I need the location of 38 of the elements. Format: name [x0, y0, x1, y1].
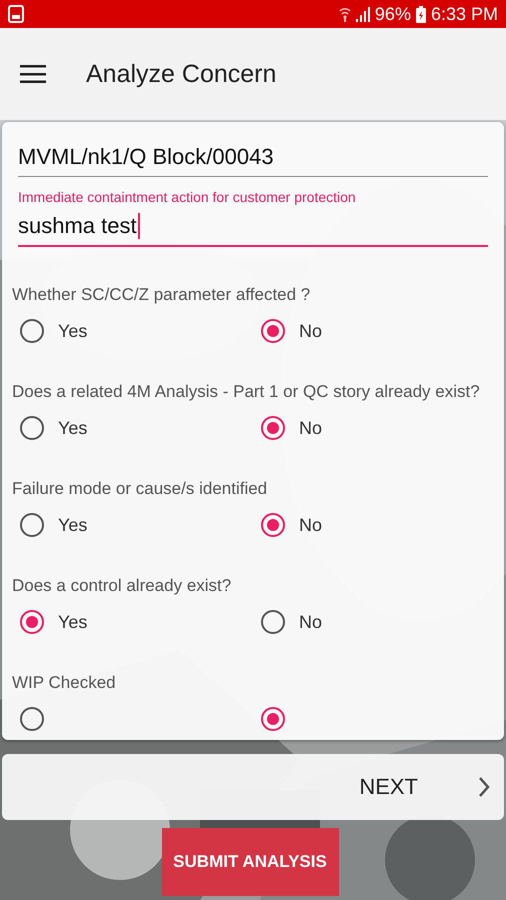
chevron-right-icon: [478, 776, 490, 798]
radio-option[interactable]: No: [253, 609, 494, 635]
field-label: Immediate containtment action for customer protection: [18, 189, 357, 205]
radio-option[interactable]: Yes: [12, 415, 253, 441]
radio-button[interactable]: [261, 416, 285, 440]
radio-option[interactable]: No: [253, 512, 494, 538]
question-text: Does a control already exist?: [12, 575, 232, 597]
submit-button[interactable]: SUBMIT ANALYSIS: [162, 828, 338, 896]
radio-button[interactable]: [20, 416, 44, 440]
battery-percent: 96%: [374, 4, 411, 24]
battery-icon: [416, 6, 426, 22]
screen-title: Analyze Concern: [86, 60, 276, 88]
radio-button[interactable]: [261, 610, 285, 634]
input-field[interactable]: sushma test: [18, 213, 488, 247]
question-text: Failure mode or cause/s identified: [12, 478, 268, 500]
radio-option[interactable]: Yes: [12, 318, 253, 344]
radio-button[interactable]: [20, 319, 44, 343]
radio-option[interactable]: No: [253, 318, 494, 344]
question-text: Whether SC/CC/Z parameter affected ?: [12, 284, 312, 306]
radio-button[interactable]: [20, 610, 44, 634]
question-text: WIP Checked: [12, 672, 117, 694]
text-cursor: [138, 213, 140, 239]
signal-icon: [356, 6, 370, 22]
radio-option[interactable]: Yes: [12, 609, 253, 635]
radio-button[interactable]: [20, 707, 44, 731]
radio-button[interactable]: [261, 707, 285, 731]
wifi-icon: [338, 6, 351, 22]
radio-button[interactable]: [20, 513, 44, 537]
input-field[interactable]: MVML/nk1/Q Block/00043: [18, 144, 488, 177]
radio-button[interactable]: [261, 513, 285, 537]
next-button[interactable]: NEXT: [2, 754, 504, 820]
menu-icon[interactable]: [20, 65, 46, 83]
radio-option[interactable]: No: [253, 415, 494, 441]
clock: 6:33 PM: [430, 4, 498, 24]
radio-option[interactable]: Yes: [12, 512, 253, 538]
question-text: Does a related 4M Analysis - Part 1 or QC story already exist?: [12, 381, 481, 403]
radio-button[interactable]: [261, 319, 285, 343]
image-icon: [8, 5, 24, 23]
